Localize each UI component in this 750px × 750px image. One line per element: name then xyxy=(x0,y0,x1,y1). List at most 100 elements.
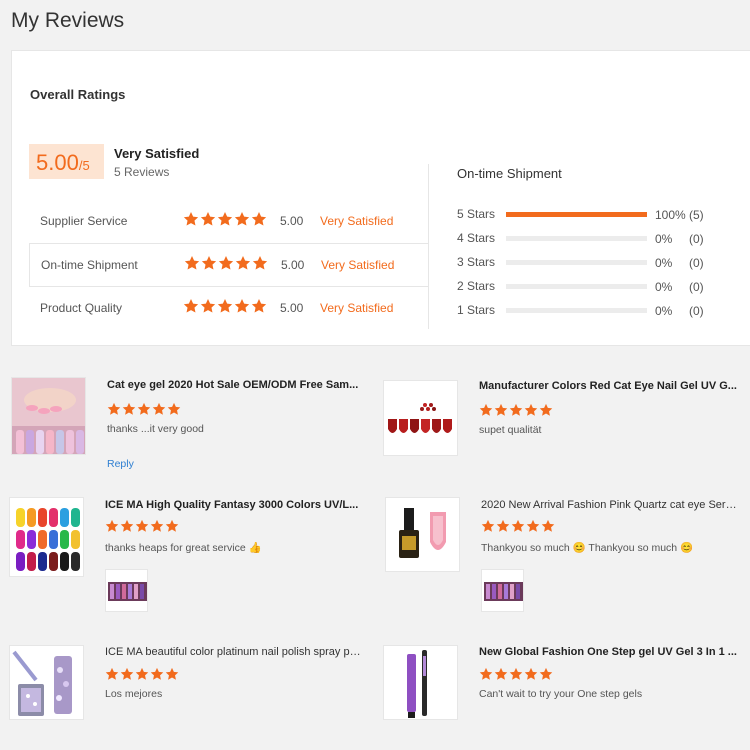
criterion-label: Supplier Service xyxy=(40,214,128,228)
review-photo-thumbnail[interactable] xyxy=(105,569,148,612)
distribution-label: 2 Stars xyxy=(457,279,496,293)
review-comment: thanks ...it very good xyxy=(107,423,204,435)
review-stars xyxy=(105,519,180,533)
review-stars xyxy=(479,667,554,681)
overall-score: 5.00 xyxy=(36,150,79,175)
distribution-bar xyxy=(506,236,647,241)
review-comment: supet qualität xyxy=(479,424,542,436)
star-icon xyxy=(107,402,121,416)
review-product-title[interactable]: 2020 New Arrival Fashion Pink Quartz cat… xyxy=(481,499,739,511)
color-chart-image[interactable] xyxy=(9,497,84,577)
star-icon xyxy=(252,255,268,271)
review-photo-thumbnail[interactable] xyxy=(481,569,524,612)
review-comment: Thankyou so much 😊 Thankyou so much 😊 xyxy=(481,542,694,554)
red-nail-tips-image[interactable] xyxy=(383,380,458,456)
criterion-row-supplier-service: Supplier Service 5.00 Very Satisfied xyxy=(29,200,429,243)
star-icon xyxy=(526,519,540,533)
glitter-bottle-image[interactable] xyxy=(9,645,84,720)
star-icon xyxy=(150,519,164,533)
star-icon xyxy=(217,211,233,227)
star-icon xyxy=(167,402,181,416)
star-icon xyxy=(479,667,493,681)
star-icon xyxy=(539,667,553,681)
criterion-label: On-time Shipment xyxy=(41,258,138,272)
review-product-title[interactable]: ICE MA beautiful color platinum nail pol… xyxy=(105,646,363,658)
distribution-count: (5) xyxy=(689,208,704,222)
review-item: New Global Fashion One Step gel UV Gel 3… xyxy=(383,645,743,750)
review-product-title[interactable]: Cat eye gel 2020 Hot Sale OEM/ODM Free S… xyxy=(107,379,365,391)
star-icon xyxy=(135,667,149,681)
review-product-title[interactable]: New Global Fashion One Step gel UV Gel 3… xyxy=(479,646,737,658)
criterion-stars xyxy=(184,255,269,271)
overall-score-max: /5 xyxy=(78,158,90,173)
distribution-count: (0) xyxy=(689,256,704,270)
distribution-percent: 0% xyxy=(655,280,673,294)
review-product-title[interactable]: Manufacturer Colors Red Cat Eye Nail Gel… xyxy=(479,380,737,392)
review-comment: Los mejores xyxy=(105,688,163,700)
star-icon xyxy=(235,255,251,271)
gel-pen-image[interactable] xyxy=(383,645,458,720)
distribution-percent: 100% xyxy=(655,208,686,222)
star-icon xyxy=(218,255,234,271)
star-icon xyxy=(496,519,510,533)
star-icon xyxy=(184,255,200,271)
reviews-count: 5 Reviews xyxy=(114,165,170,179)
star-icon xyxy=(120,519,134,533)
distribution-label: 1 Stars xyxy=(457,303,496,317)
star-distribution-row: 4 Stars 0% (0) xyxy=(457,230,747,246)
criterion-score: 5.00 xyxy=(281,258,305,272)
criterion-score: 5.00 xyxy=(280,214,304,228)
star-icon xyxy=(251,298,267,314)
distribution-label: 3 Stars xyxy=(457,255,496,269)
star-icon xyxy=(137,402,151,416)
pink-nails-image[interactable] xyxy=(11,377,86,455)
criterion-score: 5.00 xyxy=(280,301,304,315)
overall-ratings-card: Overall Ratings 5.00/5 Very Satisfied 5 … xyxy=(11,50,750,346)
star-icon xyxy=(120,667,134,681)
review-comment: Can't wait to try your One step gels xyxy=(479,688,643,700)
star-icon xyxy=(494,403,508,417)
star-icon xyxy=(217,298,233,314)
star-distribution-row: 3 Stars 0% (0) xyxy=(457,254,747,270)
star-icon xyxy=(234,211,250,227)
criterion-row-product-quality: Product Quality 5.00 Very Satisfied xyxy=(29,286,429,329)
shipment-distribution-title: On-time Shipment xyxy=(457,166,562,181)
star-icon xyxy=(105,519,119,533)
star-icon xyxy=(200,211,216,227)
distribution-bar xyxy=(506,308,647,313)
review-product-title[interactable]: ICE MA High Quality Fantasy 3000 Colors … xyxy=(105,499,361,511)
review-stars xyxy=(479,403,554,417)
distribution-count: (0) xyxy=(689,304,704,318)
star-icon xyxy=(511,519,525,533)
star-icon xyxy=(541,519,555,533)
star-icon xyxy=(509,667,523,681)
star-icon xyxy=(481,519,495,533)
star-icon xyxy=(509,403,523,417)
star-distribution-row: 5 Stars 100% (5) xyxy=(457,206,747,222)
distribution-percent: 0% xyxy=(655,256,673,270)
overall-satisfaction: Very Satisfied xyxy=(114,146,200,161)
reply-link[interactable]: Reply xyxy=(107,458,134,470)
distribution-bar xyxy=(506,212,647,217)
star-icon xyxy=(183,211,199,227)
criterion-stars xyxy=(183,298,268,314)
distribution-label: 4 Stars xyxy=(457,231,496,245)
star-icon xyxy=(539,403,553,417)
star-icon xyxy=(201,255,217,271)
star-icon xyxy=(524,667,538,681)
review-item: 2020 New Arrival Fashion Pink Quartz cat… xyxy=(385,497,745,617)
distribution-bar xyxy=(506,284,647,289)
review-item: ICE MA beautiful color platinum nail pol… xyxy=(9,645,369,750)
review-stars xyxy=(107,402,182,416)
vertical-divider xyxy=(428,164,429,329)
distribution-label: 5 Stars xyxy=(457,207,496,221)
star-icon xyxy=(524,403,538,417)
overall-ratings-title: Overall Ratings xyxy=(30,87,126,102)
star-icon xyxy=(122,402,136,416)
review-item: ICE MA High Quality Fantasy 3000 Colors … xyxy=(9,497,369,617)
criterion-satisfaction: Very Satisfied xyxy=(320,301,394,315)
criterion-satisfaction: Very Satisfied xyxy=(320,214,394,228)
overall-score-badge: 5.00/5 xyxy=(29,144,104,179)
star-icon xyxy=(152,402,166,416)
gel-bottle-image[interactable] xyxy=(385,497,460,572)
